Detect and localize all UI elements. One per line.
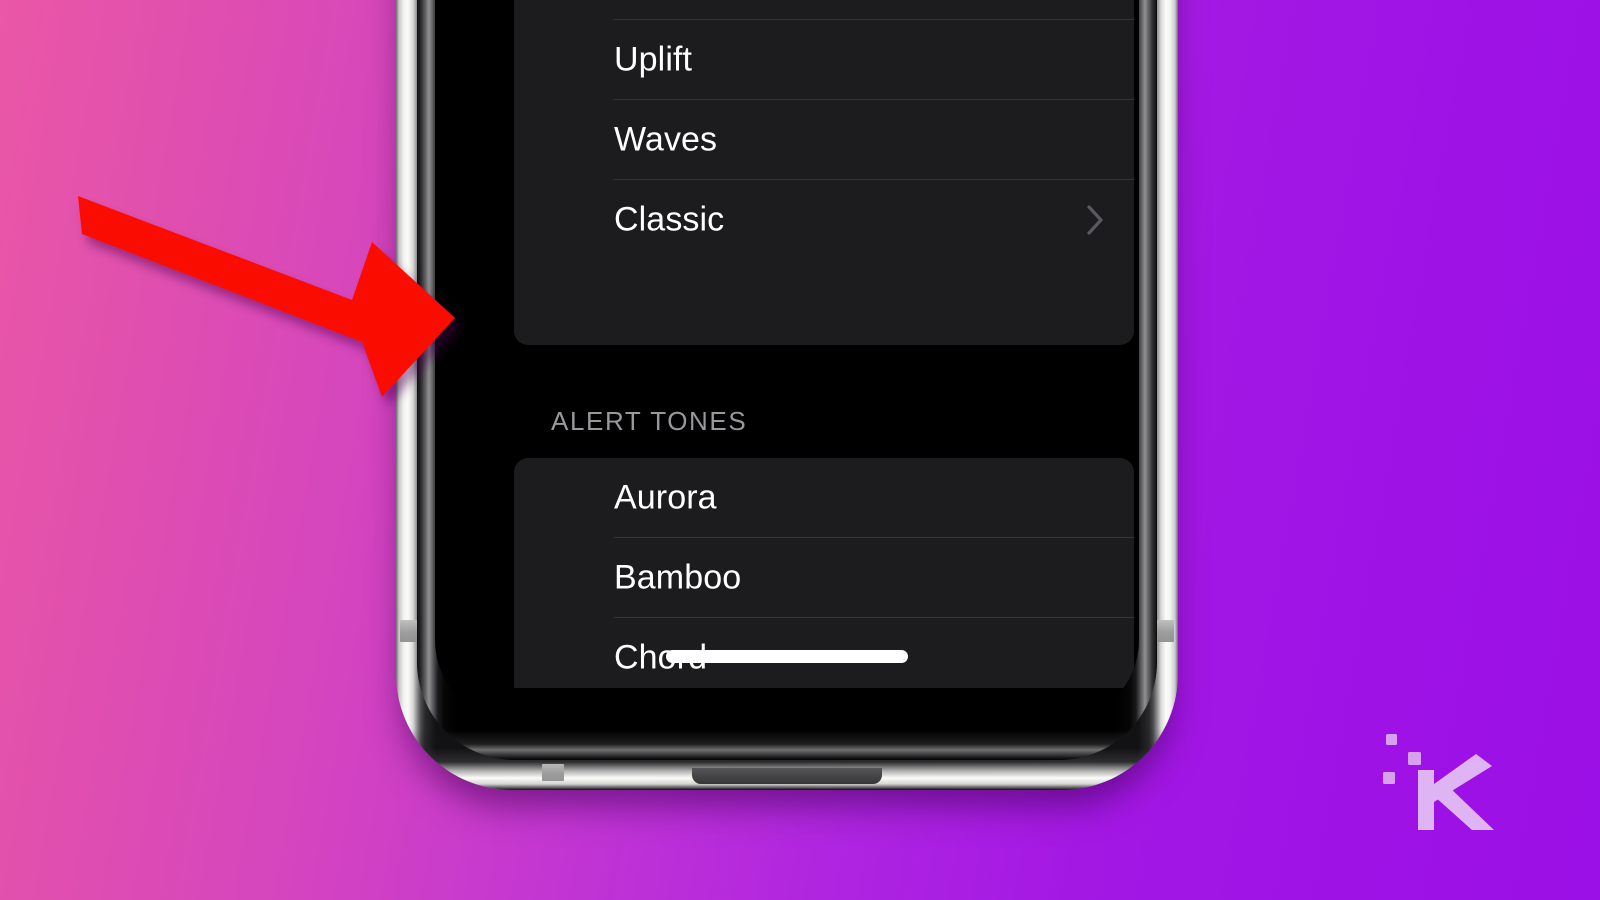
tone-row-waves[interactable]: Waves — [514, 100, 1134, 180]
tone-row-aurora[interactable]: Aurora — [514, 458, 1134, 538]
home-indicator[interactable] — [666, 650, 908, 663]
antenna-band-bottom — [542, 764, 564, 781]
tone-label: Waves — [614, 120, 718, 159]
tone-row-twinkle[interactable]: Twinkle — [514, 0, 1134, 20]
iphone-device: Summit Twinkle Uplift Waves Classic — [396, 0, 1178, 795]
alert-tones-section-header: ALERT TONES — [551, 406, 748, 436]
chevron-right-icon — [1084, 203, 1106, 237]
tone-label: Bamboo — [614, 558, 742, 597]
tone-label: Aurora — [614, 478, 717, 517]
ringtones-card: Summit Twinkle Uplift Waves Classic — [514, 0, 1134, 345]
tone-row-bamboo[interactable]: Bamboo — [514, 538, 1134, 618]
tone-row-classic[interactable]: Classic — [514, 180, 1134, 260]
phone-screen: Summit Twinkle Uplift Waves Classic — [435, 0, 1139, 722]
tone-label: Uplift — [614, 40, 693, 79]
tone-label: Classic — [614, 200, 725, 239]
screenshot-stage: Summit Twinkle Uplift Waves Classic — [0, 0, 1600, 900]
lightning-port — [692, 768, 882, 784]
antenna-band-left — [400, 620, 417, 642]
watermark-logo — [1372, 724, 1502, 832]
antenna-band-right — [1157, 620, 1174, 642]
tone-row-uplift[interactable]: Uplift — [514, 20, 1134, 100]
